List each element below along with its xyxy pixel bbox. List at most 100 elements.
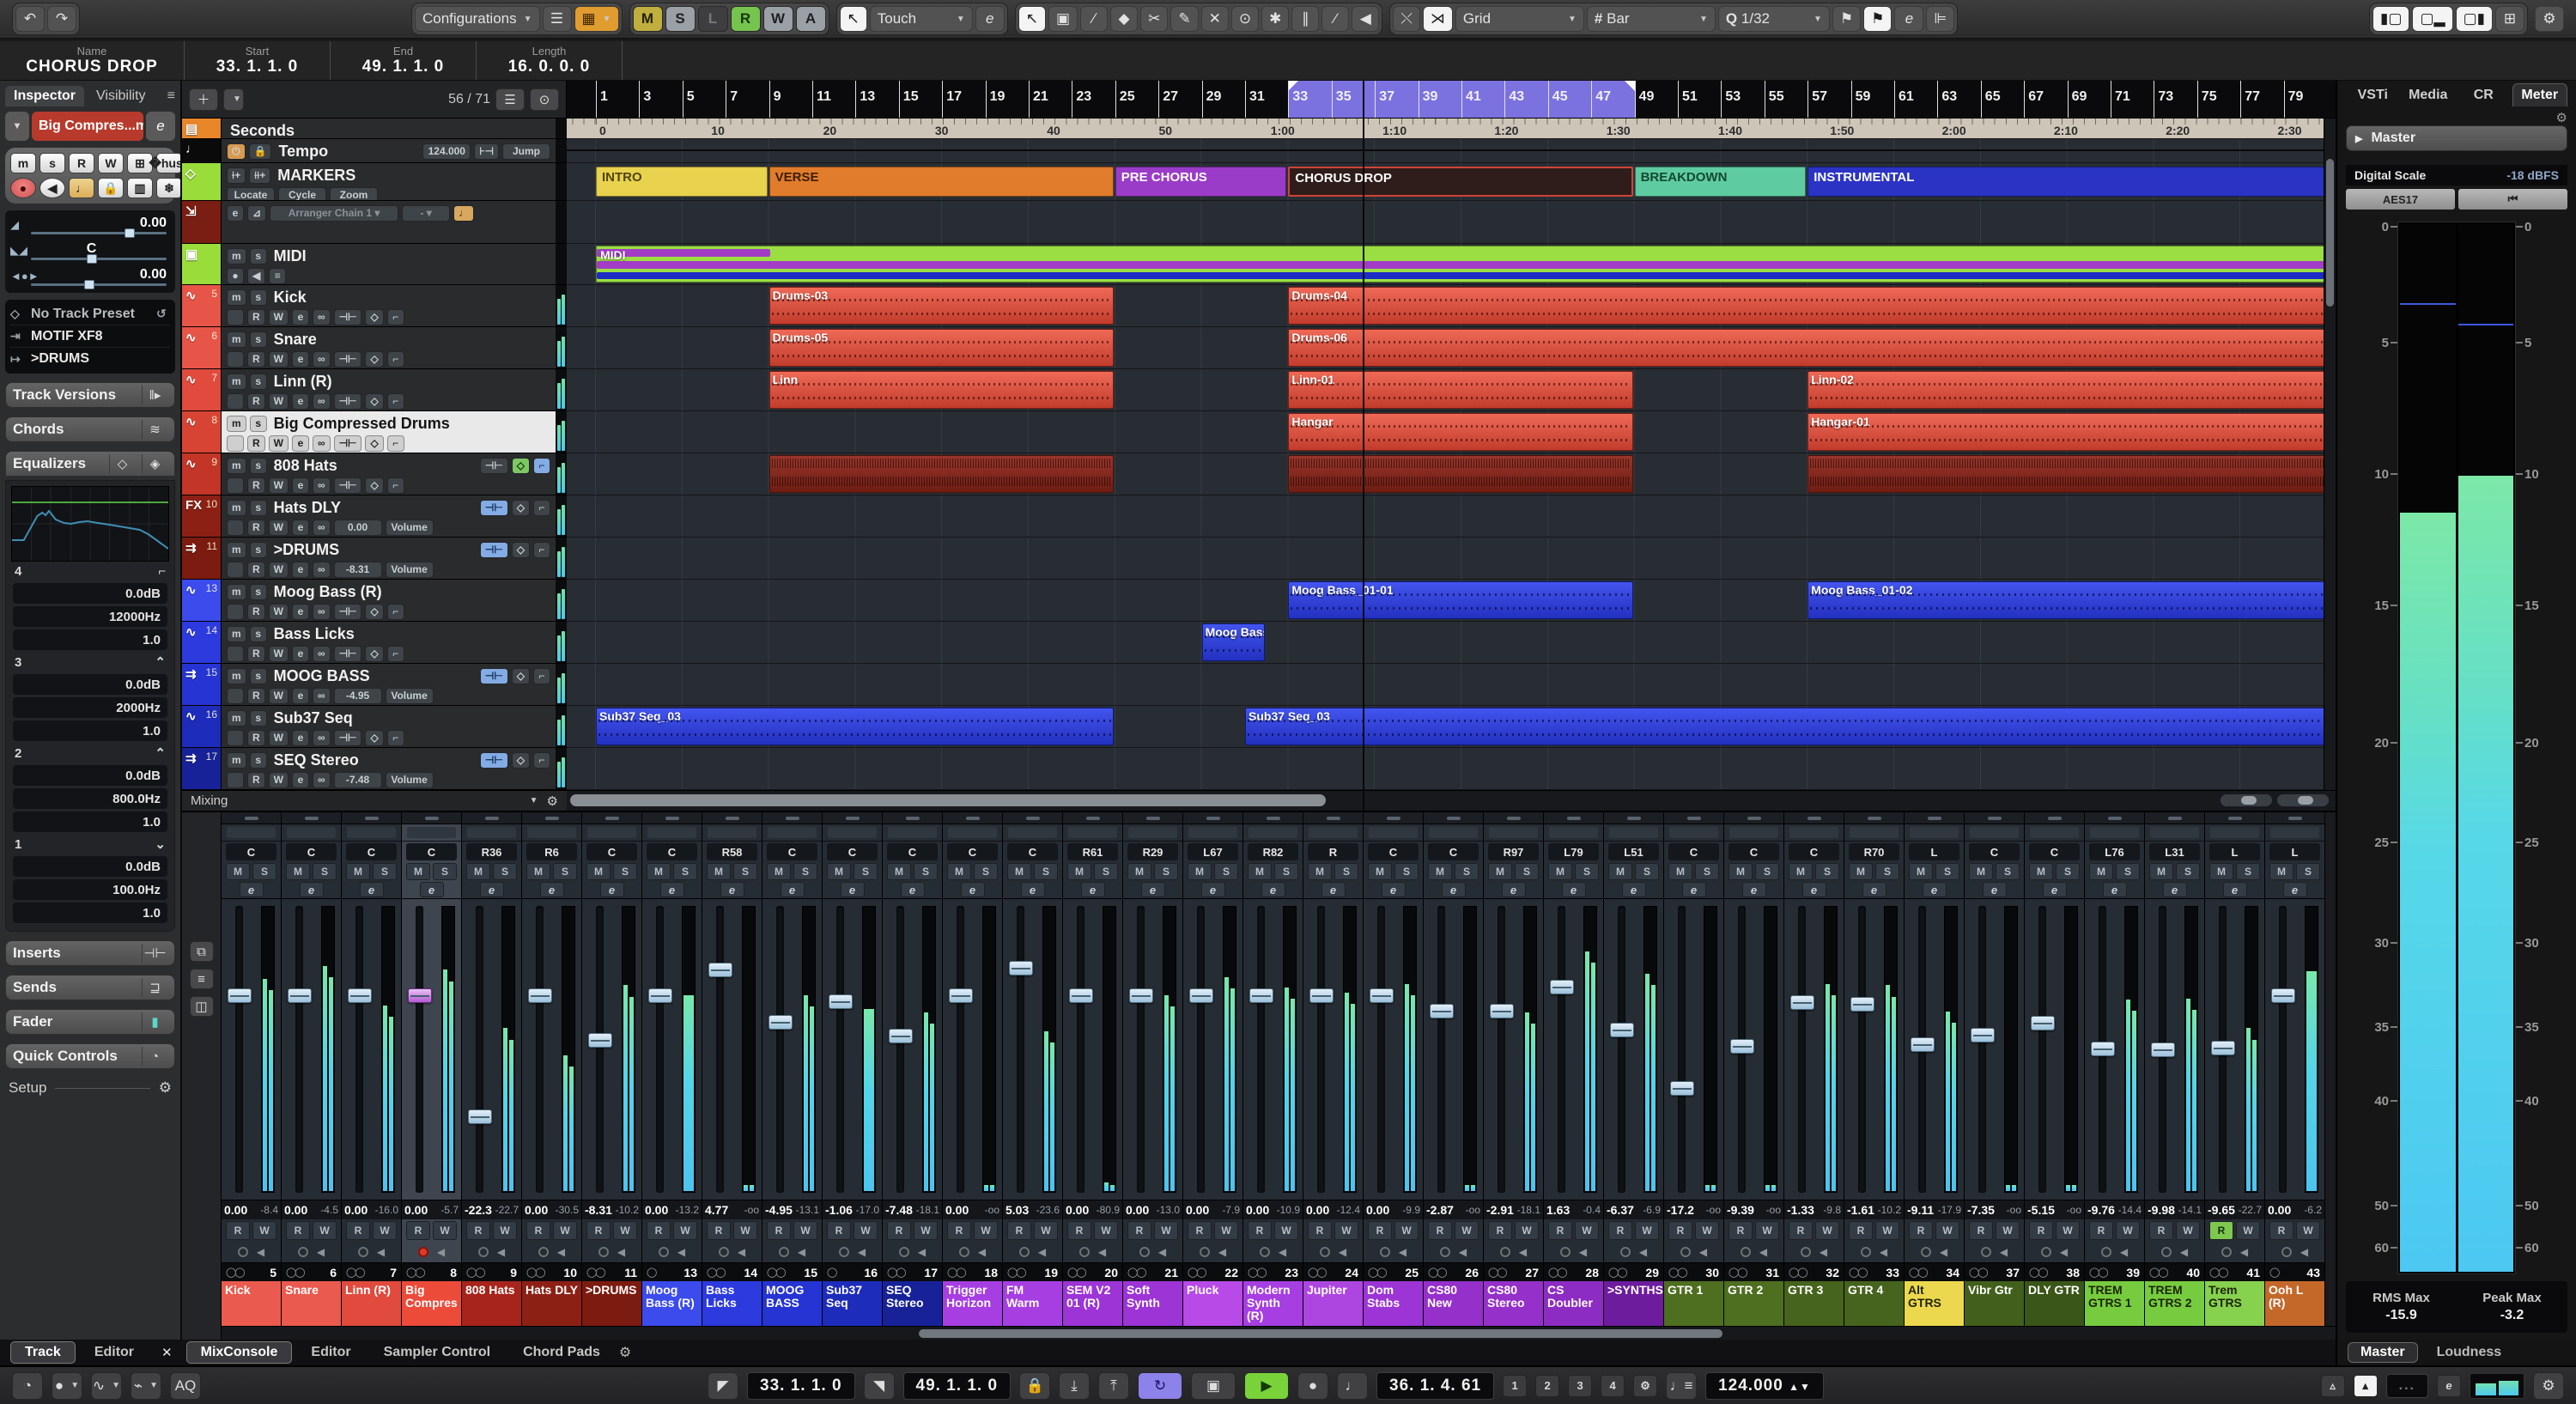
channel-volume-value[interactable]: -2.91 (1486, 1203, 1514, 1217)
marker-3-button[interactable]: 3 (1568, 1374, 1593, 1397)
lane-seq-stereo[interactable] (567, 748, 2336, 790)
channel-name[interactable]: TREM GTRS 2 (2145, 1281, 2204, 1326)
tempo-display[interactable]: 124.000 ▲▼ (1705, 1371, 1824, 1400)
write-button[interactable]: W (1214, 1221, 1238, 1240)
solo-button[interactable]: S (1875, 863, 1899, 880)
channel-strip-kick[interactable]: C M Se 0.00 -8.4 R W ◀ ◯◯ 5 Kick (222, 812, 282, 1326)
draw-tool[interactable]: ∕ (1080, 6, 1109, 32)
solo-button[interactable]: S (553, 863, 577, 880)
audio-event[interactable] (1288, 455, 1633, 493)
channel-strip-snare[interactable]: C M Se 0.00 -4.5 R W ◀ ◯◯ 6 Snare (282, 812, 342, 1326)
sends-icon[interactable]: ⌐ (386, 435, 404, 452)
lane-midi[interactable]: MIDI (567, 244, 2336, 285)
track-volume-value[interactable]: -4.95 (333, 687, 382, 704)
read-button[interactable]: R (346, 1221, 370, 1240)
iterative-quantize-icon[interactable]: ⚑ (1832, 6, 1862, 32)
edit-channel-button[interactable]: e (2102, 882, 2127, 897)
read-button[interactable]: R (1428, 1221, 1452, 1240)
record-enable-button[interactable] (1499, 1247, 1510, 1257)
monitor-button[interactable]: ◀ (2300, 1246, 2308, 1258)
tab-media[interactable]: Media (2402, 84, 2456, 106)
record-enable-button[interactable] (477, 1247, 489, 1257)
inserts-icon[interactable]: ⊣⊢ (333, 308, 362, 325)
edit-channel-button[interactable]: e (419, 882, 444, 897)
channel-strip-fm-warm[interactable]: C M Se 5.03 -23.6 R W ◀ ◯◯ 19 FM Warm (1003, 812, 1063, 1326)
channel-volume-value[interactable]: 0.00 (1186, 1203, 1209, 1217)
write-button[interactable]: W (1034, 1221, 1058, 1240)
insert-slot[interactable] (582, 824, 641, 842)
event-name-value[interactable]: CHORUS DROP (26, 58, 158, 76)
pan-control[interactable]: C (226, 843, 276, 860)
insert-slot[interactable] (1063, 824, 1122, 842)
fader-handle[interactable] (708, 962, 732, 977)
monitor-button[interactable]: ◀ (677, 1246, 685, 1258)
edit-channel-button[interactable]: e (1441, 882, 1466, 897)
fader-handle[interactable] (288, 988, 312, 1003)
line-tool[interactable]: ⁄ (1321, 6, 1350, 32)
read-button[interactable]: R (1608, 1221, 1632, 1240)
gear-icon[interactable]: ⚙ (547, 793, 558, 809)
read-button[interactable]: R (247, 603, 265, 620)
eq-q-value[interactable]: 1.0 (13, 629, 167, 650)
eq-band-shape-icon[interactable]: ⌄ (155, 836, 166, 852)
marker-intro[interactable]: INTRO (596, 167, 768, 197)
read-button[interactable]: R (1007, 1221, 1031, 1240)
channel-strip-soft-synth[interactable]: R29 M Se 0.00 -13.0 R W ◀ ◯◯ 21 Soft Synth (1123, 812, 1183, 1326)
write-button[interactable]: W (268, 308, 289, 325)
record-enable-button[interactable]: ● (10, 178, 36, 198)
read-button[interactable]: R (69, 153, 94, 173)
fader-handle[interactable] (1069, 988, 1093, 1003)
inserts-state-icon[interactable]: ⊣⊢ (479, 457, 508, 474)
audio-event[interactable]: Moog Bass_01-02 (1807, 581, 2336, 619)
channel-link-icon[interactable]: ∞ (313, 435, 331, 452)
write-button[interactable]: W (268, 645, 289, 662)
tab-cr[interactable]: CR (2457, 84, 2511, 106)
channel-strip-moog-bass-r-[interactable]: C M Se 0.00 -13.2 R W ◀ ◯ 13 Moog Bass (R) (642, 812, 702, 1326)
punch-out-icon[interactable]: ⤒ (1098, 1371, 1130, 1400)
edit-channel-button[interactable]: e (539, 882, 564, 897)
chevron-down-icon[interactable]: ▼ (530, 796, 538, 805)
mute-button[interactable]: M (1368, 863, 1392, 880)
audio-event[interactable]: Drums-03 (769, 287, 1114, 325)
tab-loudness[interactable]: Loudness (2425, 1343, 2514, 1362)
mute-button[interactable]: m (227, 751, 246, 769)
add-cycle-marker-button[interactable]: ⟊⟊+ (249, 167, 271, 184)
tab-sampler-control[interactable]: Sampler Control (370, 1342, 504, 1363)
eq-state-icon[interactable]: ◇ (511, 541, 530, 558)
read-button[interactable]: R (247, 477, 265, 494)
pan-control[interactable]: C (586, 843, 637, 860)
mute-button[interactable]: m (227, 373, 246, 390)
solo-button[interactable]: S (433, 863, 457, 880)
edit-channel-button[interactable]: e (1862, 882, 1886, 897)
monitor-button[interactable]: ◀ (2120, 1246, 2128, 1258)
redo-button[interactable]: ↷ (47, 6, 76, 32)
write-button[interactable]: W (268, 603, 289, 620)
pan-control[interactable]: R58 (707, 843, 757, 860)
insert-slot[interactable] (342, 824, 401, 842)
edit-channel-button[interactable]: e (720, 882, 744, 897)
edit-channel-button[interactable]: e (900, 882, 925, 897)
pan-control[interactable]: R (1308, 843, 1358, 860)
edit-channel-button[interactable]: e (1200, 882, 1225, 897)
channel-volume-value[interactable]: 4.77 (705, 1203, 728, 1217)
audio-event[interactable]: Hangar-01 (1807, 413, 2336, 451)
mute-button[interactable]: M (2269, 863, 2293, 880)
eq-icon[interactable]: ◇ (365, 392, 384, 410)
lane-snare[interactable]: Drums-05 Drums-06 (567, 327, 2336, 369)
channel-name[interactable]: MOOG BASS (762, 1281, 822, 1326)
record-enable-button[interactable] (297, 1247, 308, 1257)
write-button[interactable]: W (98, 153, 124, 173)
marker-cycle-button[interactable]: Cycle (278, 186, 326, 200)
eq-band-shape-icon[interactable]: ⌃ (155, 745, 166, 761)
channel-name[interactable]: CS80 Stereo (1484, 1281, 1543, 1326)
read-button[interactable]: R (1188, 1221, 1212, 1240)
section-equalizers[interactable]: ▼Equalizers◇◈ (5, 451, 175, 477)
solo-button[interactable]: S (1575, 863, 1599, 880)
inserts-icon[interactable]: ⊣⊢ (333, 435, 362, 452)
monitor-button[interactable]: ◀ (1579, 1246, 1587, 1258)
marker-4-button[interactable]: 4 (1601, 1374, 1625, 1397)
read-button[interactable]: R (1909, 1221, 1933, 1240)
channel-strip-gtr-3[interactable]: C M Se -1.33 -9.8 R W ◀ ◯◯ 32 GTR 3 (1784, 812, 1844, 1326)
inserts-state-icon[interactable]: ⊣⊢ (479, 751, 508, 769)
tempo-jump-button[interactable]: Jump (502, 143, 550, 160)
